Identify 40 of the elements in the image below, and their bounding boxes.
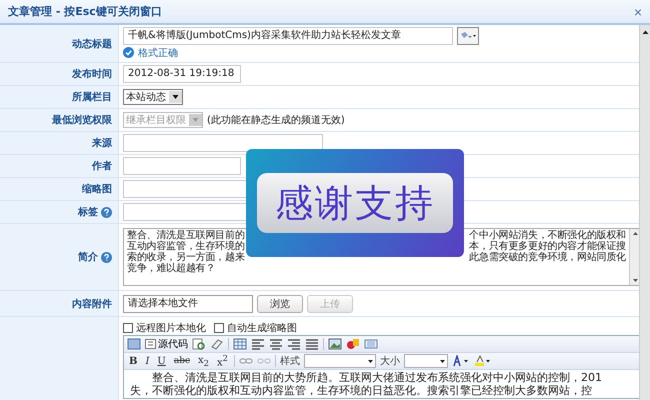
field-label: 来源 xyxy=(92,136,112,150)
checkbox-option[interactable]: 远程图片本地化 xyxy=(123,321,206,335)
checkbox-option[interactable]: 自动生成缩略图 xyxy=(214,321,297,335)
text-field[interactable]: 2012-08-31 19:19:18 xyxy=(123,65,241,83)
field-label: 所属栏目 xyxy=(72,90,112,104)
text-line: 个中小网站消失，不断强化的版权和 xyxy=(469,230,626,241)
close-button[interactable]: × xyxy=(632,4,644,18)
validation-message: 格式正确 xyxy=(138,46,178,60)
field-label: 缩略图 xyxy=(82,182,112,196)
editor-paragraph: 整合、清洗是互联网目前的大势所趋。互联网大佬通过发布系统强化对中小网站的控制，201 xyxy=(151,371,603,384)
upload-button[interactable]: 浏览 xyxy=(257,294,303,312)
text-line: 索的收录，另一方面，越来 xyxy=(127,252,245,263)
text-line: 竞争，难以超越有？ xyxy=(127,263,216,274)
file-field[interactable]: 请选择本地文件 xyxy=(123,294,253,312)
field-label: 简介 xyxy=(78,250,98,264)
source-code-button[interactable]: 源代码 xyxy=(145,337,188,351)
banner-text: 感谢支持 xyxy=(257,173,453,233)
text-line: 整合、清洗是互联网目前的 xyxy=(127,230,245,241)
size-label: 大小 xyxy=(380,354,400,368)
field-label: 最低浏览权限 xyxy=(52,114,112,127)
field-label: 发布时间 xyxy=(72,68,112,81)
text-line: 互动内容监管，生存环境的 xyxy=(127,241,245,252)
window-title: 文章管理 - 按Esc键可关闭窗口 xyxy=(8,4,162,19)
field-label: 标签 xyxy=(78,206,98,219)
dropdown[interactable]: 本站动态 xyxy=(123,89,183,105)
field-label: 动态标题 xyxy=(72,38,112,50)
format-button[interactable]: B xyxy=(127,356,140,366)
field-label: 内容附件 xyxy=(72,297,112,310)
editor-paragraph: 失，不断强化的版权和互动内容监管，生存环境的日益恶化。搜索引擎已经控制大多数网站，控 xyxy=(130,384,593,397)
format-button[interactable]: I xyxy=(143,356,152,366)
format-button[interactable]: x$^{2}$ xyxy=(214,353,230,369)
title-field[interactable]: 千帆&将博版(JumbotCms)内容采集软件助力站长轻松发文章 xyxy=(123,27,453,46)
format-button[interactable]: U xyxy=(155,356,168,366)
hint-text: (此功能在静态生成的频道无效) xyxy=(207,114,345,127)
text-line: 本，只有更多更好的内容才能保证搜 xyxy=(469,241,626,252)
format-button[interactable]: x$_{2}$ xyxy=(196,354,211,368)
format-button[interactable]: abc xyxy=(172,356,192,366)
field-label: 作者 xyxy=(92,160,112,173)
text-line: 此急需突破的竞争环境，网站同质化 xyxy=(469,252,626,263)
style-label: 样式 xyxy=(280,354,300,368)
